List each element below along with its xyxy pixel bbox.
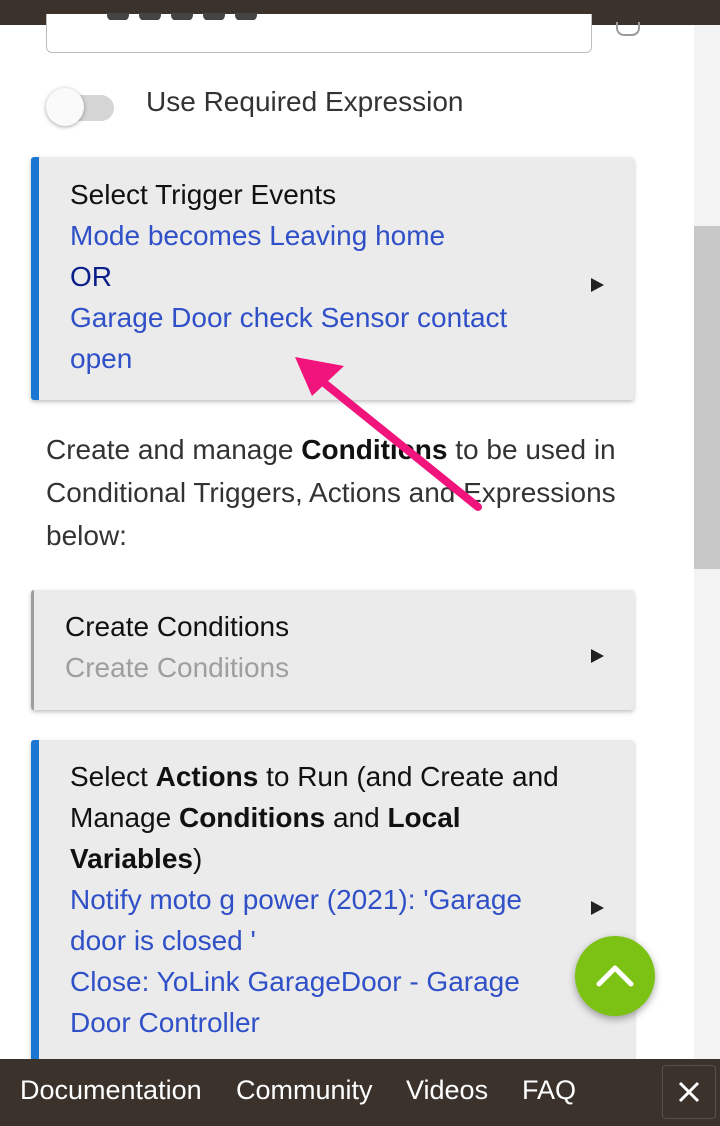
footer-link-community[interactable]: Community	[236, 1075, 373, 1106]
footer-link-faq[interactable]: FAQ	[522, 1075, 576, 1106]
footer-link-documentation[interactable]: Documentation	[20, 1075, 202, 1106]
footer-bar: Documentation Community Videos FAQ	[0, 1059, 720, 1126]
close-icon	[678, 1081, 700, 1103]
scroll-to-top-button[interactable]	[575, 936, 655, 1016]
annotation-arrow-shaft	[314, 374, 482, 511]
footer-close-button[interactable]	[662, 1065, 716, 1119]
chevron-up-icon	[596, 965, 634, 987]
footer-link-videos[interactable]: Videos	[406, 1075, 488, 1106]
